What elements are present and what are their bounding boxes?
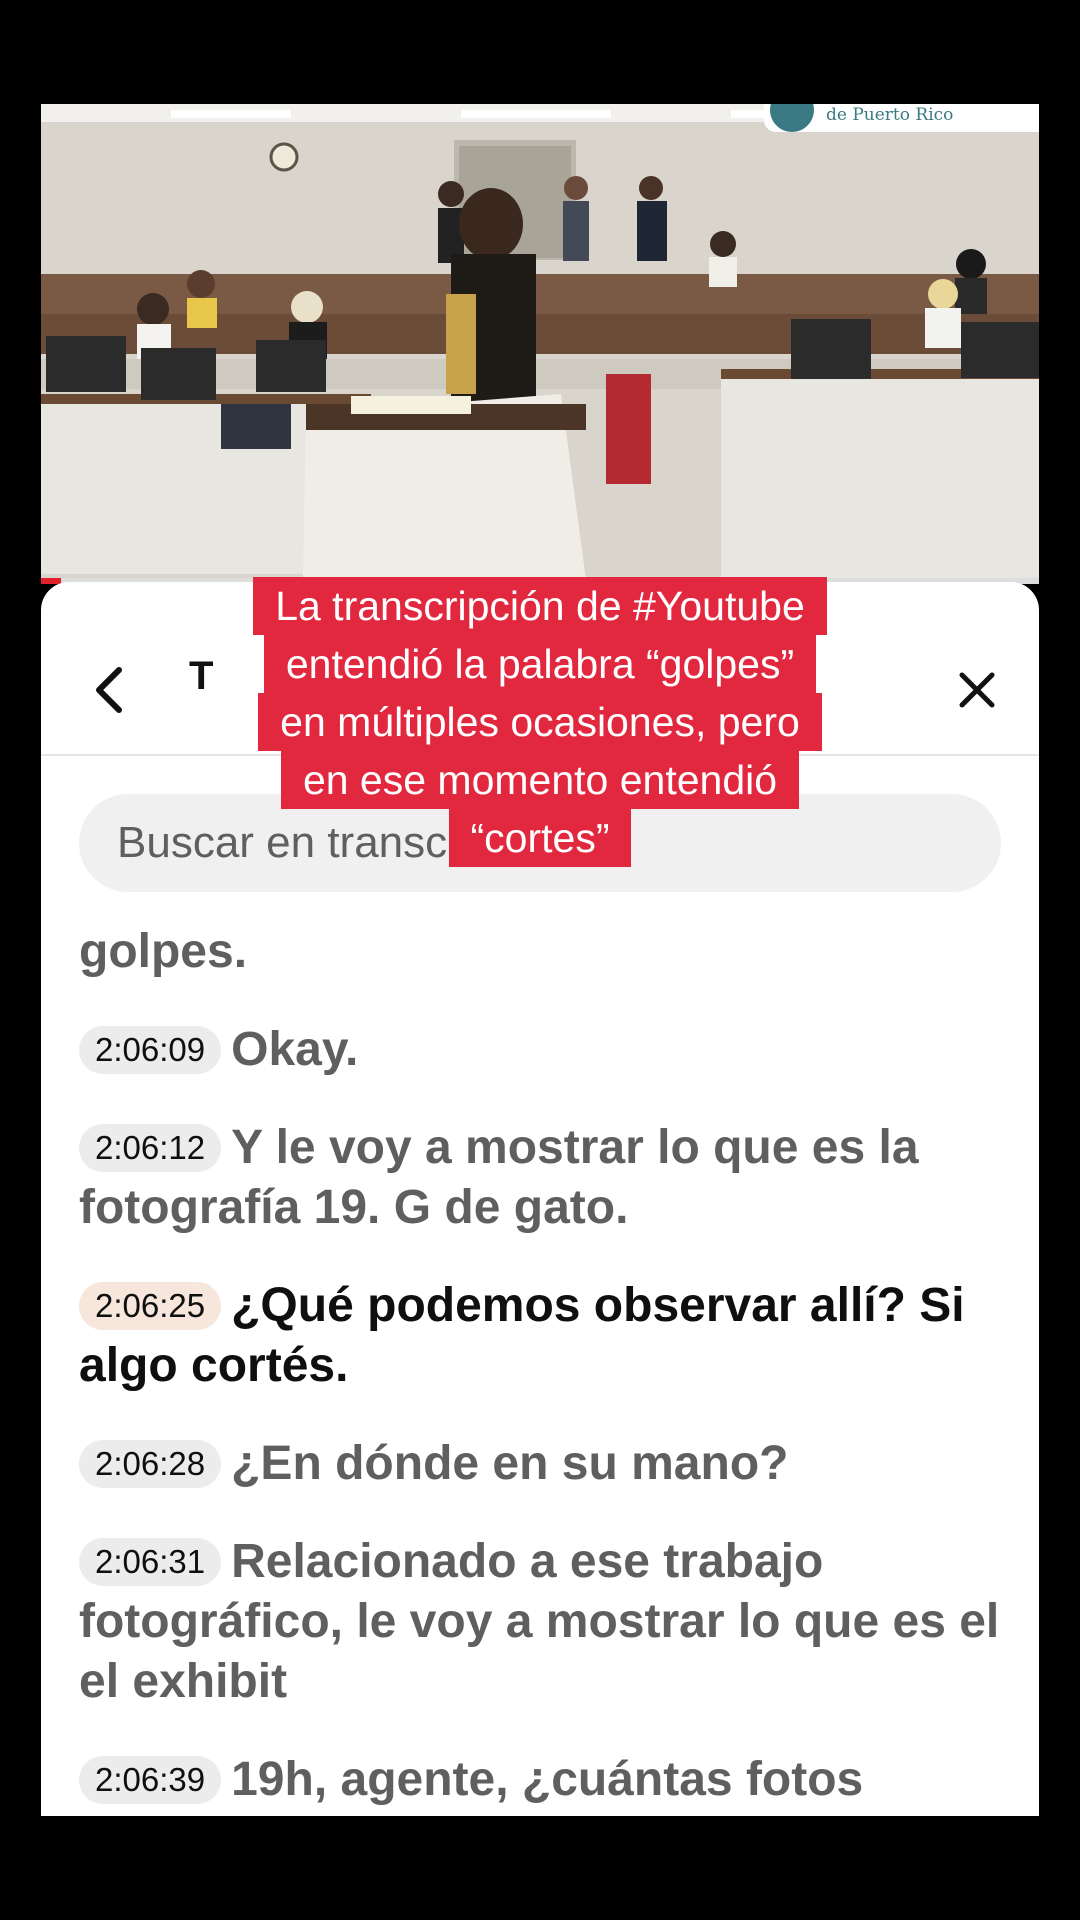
caption-line: entendió la palabra “golpes” [0,635,1080,693]
courtroom-video-frame [41,104,1039,580]
segment-timestamp[interactable]: 2:06:25 [79,1282,222,1330]
transcript-segment[interactable]: 2:06:09 Okay. [79,1020,1009,1080]
segment-timestamp[interactable]: 2:06:28 [79,1440,222,1488]
channel-watermark: de Puerto Rico [764,104,1039,132]
transcript-segment[interactable]: 2:06:12 Y le voy a mostrar lo que es la f… [79,1118,1009,1238]
caption-line: en múltiples ocasiones, pero [0,693,1080,751]
segment-timestamp[interactable]: 2:06:39 [79,1756,222,1804]
caption-text: en múltiples ocasiones, pero [258,693,822,751]
caption-text: en ese momento entendió [280,751,800,809]
segment-text: 19h, agente, ¿cuántas fotos [231,1753,864,1806]
transcript-segment[interactable]: 2:06:31 Relacionado a ese trabajo fotográ… [79,1532,1009,1712]
channel-logo-icon [770,104,814,132]
transcript-segment[interactable]: 2:06:39 19h, agente, ¿cuántas fotos [79,1750,1009,1810]
caption-line: La transcripción de #Youtube [0,577,1080,635]
watermark-text: de Puerto Rico [826,105,954,125]
segment-timestamp[interactable]: 2:06:12 [79,1124,222,1172]
caption-line: “cortes” [0,809,1080,867]
video-player[interactable]: de Puerto Rico [41,104,1039,580]
segment-text: Okay. [231,1023,359,1076]
transcript-segment-active[interactable]: 2:06:25 ¿Qué podemos observar allí? Si al… [79,1276,1009,1396]
segment-timestamp[interactable]: 2:06:09 [79,1026,222,1074]
segment-timestamp[interactable]: 2:06:31 [79,1538,222,1586]
caption-text: La transcripción de #Youtube [253,577,827,635]
segment-text: golpes. [79,925,248,978]
segment-text: ¿En dónde en su mano? [231,1437,789,1490]
transcript-segment[interactable]: golpes. [79,922,1009,982]
caption-text: “cortes” [448,809,632,867]
caption-text: entendió la palabra “golpes” [263,635,817,693]
transcript-segment[interactable]: 2:06:28 ¿En dónde en su mano? [79,1434,1009,1494]
caption-line: en ese momento entendió [0,751,1080,809]
